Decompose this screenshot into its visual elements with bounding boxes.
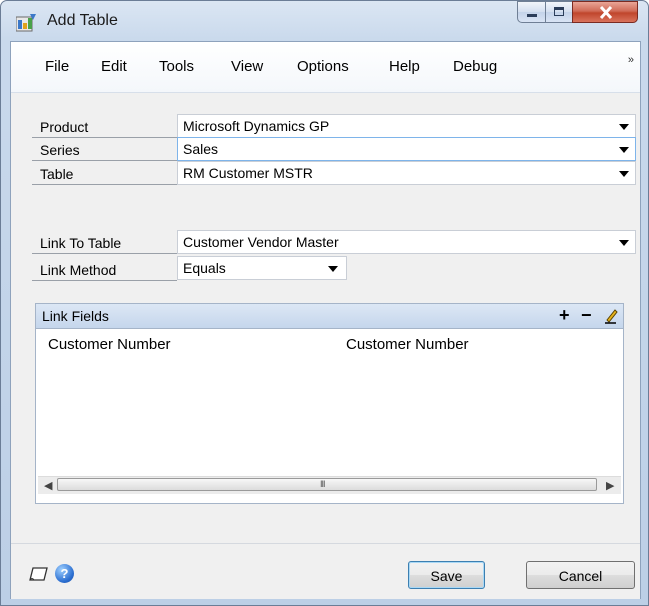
chevron-down-icon <box>619 240 629 246</box>
product-value: Microsoft Dynamics GP <box>183 118 330 134</box>
cancel-button[interactable]: Cancel <box>526 561 635 589</box>
plus-icon[interactable]: + <box>559 305 570 325</box>
menu-help[interactable]: Help <box>389 58 420 75</box>
minimize-icon <box>527 14 537 17</box>
link-fields-header: Link Fields + − <box>36 304 623 329</box>
window-title: Add Table <box>47 12 118 29</box>
help-icon[interactable]: ? <box>55 564 74 583</box>
link-field-left: Customer Number <box>48 336 171 353</box>
menu-overflow-chevron-icon[interactable]: » <box>628 54 634 66</box>
close-button[interactable] <box>572 1 638 23</box>
link-method-value: Equals <box>183 260 226 276</box>
footer-bar: ? Save Cancel <box>11 543 640 599</box>
link-to-table-label: Link To Table <box>32 232 177 254</box>
series-value: Sales <box>183 141 219 157</box>
chevron-down-icon <box>619 171 629 177</box>
menu-view[interactable]: View <box>231 58 263 75</box>
scroll-right-arrow-icon[interactable]: ▶ <box>606 479 614 492</box>
menu-tools[interactable]: Tools <box>159 58 194 75</box>
chevron-down-icon <box>619 124 629 130</box>
table-label: Table <box>32 163 177 185</box>
scrollbar-thumb[interactable]: III <box>57 478 597 491</box>
product-label: Product <box>32 116 177 138</box>
product-dropdown[interactable]: Microsoft Dynamics GP <box>177 114 636 138</box>
menu-file[interactable]: File <box>45 58 69 75</box>
link-field-right: Customer Number <box>346 336 469 353</box>
scroll-left-arrow-icon[interactable]: ◀ <box>44 479 52 492</box>
menu-edit[interactable]: Edit <box>101 58 127 75</box>
chevron-down-icon <box>328 266 338 272</box>
menu-options[interactable]: Options <box>297 58 349 75</box>
maximize-icon <box>554 7 564 16</box>
link-fields-title: Link Fields <box>42 308 109 324</box>
menu-debug[interactable]: Debug <box>453 58 497 75</box>
table-dropdown[interactable]: RM Customer MSTR <box>177 161 636 185</box>
series-dropdown[interactable]: Sales <box>177 137 636 161</box>
link-method-label: Link Method <box>32 259 177 281</box>
note-icon[interactable] <box>29 566 49 582</box>
table-value: RM Customer MSTR <box>183 165 313 181</box>
window-content: File Edit Tools View Options Help Debug … <box>10 41 641 599</box>
minus-icon[interactable]: − <box>581 305 592 325</box>
app-icon <box>16 14 36 32</box>
scroll-grip-icon: III <box>320 479 325 489</box>
link-method-dropdown[interactable]: Equals <box>177 256 347 280</box>
link-fields-panel: Link Fields + − Customer Number Customer… <box>35 303 624 504</box>
save-button[interactable]: Save <box>408 561 485 589</box>
link-to-table-dropdown[interactable]: Customer Vendor Master <box>177 230 636 254</box>
close-icon <box>599 6 613 19</box>
maximize-button[interactable] <box>545 1 573 23</box>
link-to-table-value: Customer Vendor Master <box>183 234 339 250</box>
minimize-button[interactable] <box>517 1 546 23</box>
edit-pencil-icon[interactable] <box>604 308 618 324</box>
menu-bar: File Edit Tools View Options Help Debug … <box>11 42 640 93</box>
chevron-down-icon <box>619 147 629 153</box>
horizontal-scrollbar[interactable]: ◀ III ▶ <box>38 476 621 494</box>
series-label: Series <box>32 139 177 161</box>
add-table-window: Add Table File Edit Tools View Options H… <box>0 0 649 606</box>
title-bar[interactable]: Add Table <box>1 1 648 41</box>
